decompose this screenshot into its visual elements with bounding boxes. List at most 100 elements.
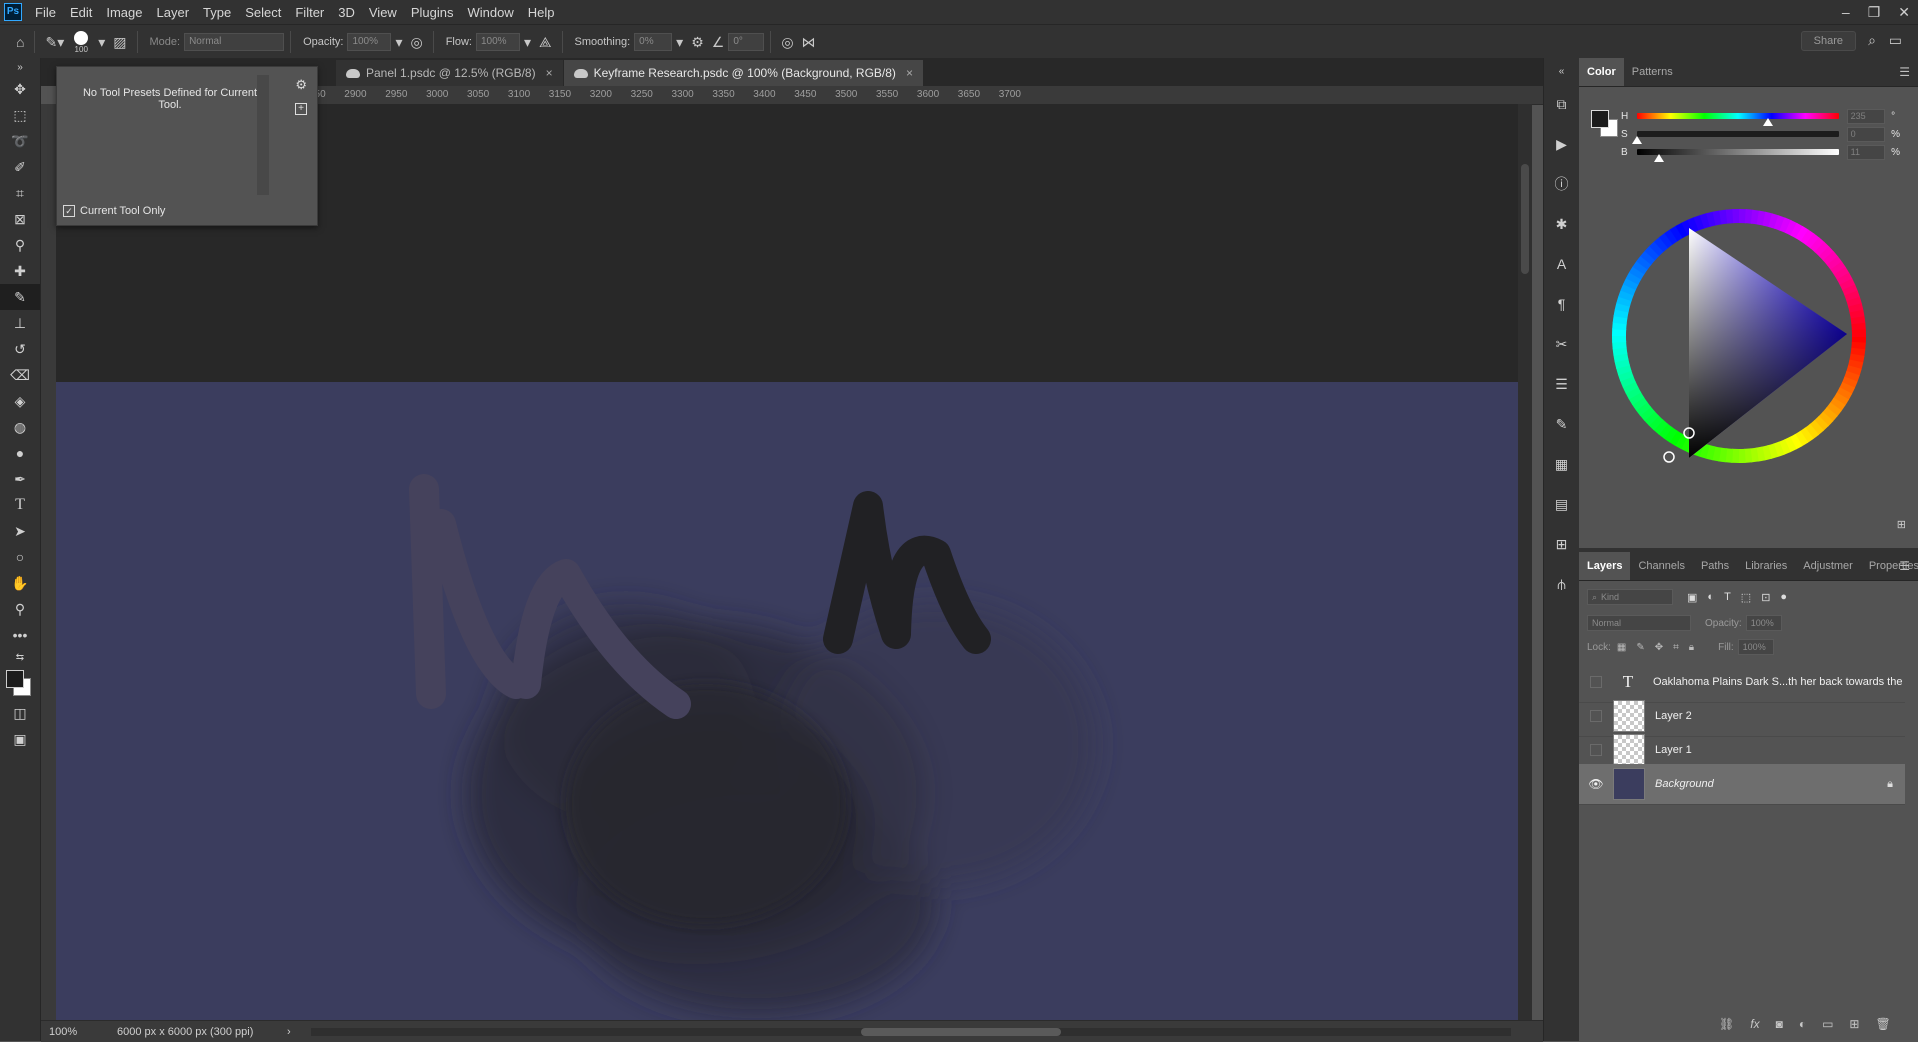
menu-image[interactable]: Image [99,5,149,20]
marquee-tool-icon[interactable]: ⬚ [0,102,40,128]
layer-row-background[interactable]: 👁︎ Background 🔒︎ [1579,764,1905,805]
close-icon[interactable]: × [906,66,913,80]
brightness-slider[interactable] [1637,149,1839,155]
gradients-icon[interactable]: ▤ [1544,484,1579,524]
chevron-right-icon[interactable]: › [287,1026,291,1038]
move-tool-icon[interactable]: ✥ [0,76,40,102]
panel-menu-icon[interactable]: ☰ [1899,65,1910,79]
new-preset-icon[interactable]: + [295,103,307,115]
dodge-tool-icon[interactable]: ● [0,440,40,466]
mode-select[interactable]: Normal [184,33,284,51]
share-button[interactable]: Share [1801,31,1856,51]
eraser-tool-icon[interactable]: ⌫ [0,362,40,388]
frame-tool-icon[interactable]: ⊠ [0,206,40,232]
adjustment-filter-icon[interactable]: ◐ [1707,591,1714,604]
visibility-toggle[interactable] [1579,744,1613,756]
color-swatches[interactable] [1591,110,1617,136]
home-icon[interactable]: ⌂ [16,34,24,50]
menu-filter[interactable]: Filter [288,5,331,20]
presets-scrollbar[interactable] [257,75,269,195]
tool-presets-icon[interactable]: ✂ [1544,324,1579,364]
chevron-down-icon[interactable]: ▾ [676,34,683,51]
symmetry-icon[interactable]: ⋈ [802,34,816,51]
menu-view[interactable]: View [362,5,404,20]
new-layer-icon[interactable]: ⊞ [1849,1017,1859,1031]
brightness-input[interactable]: 11 [1847,145,1885,160]
tab-keyframe-research[interactable]: Keyframe Research.psdc @ 100% (Backgroun… [564,60,923,86]
hue-picker-handle[interactable] [1664,452,1674,462]
hand-tool-icon[interactable]: ✋ [0,570,40,596]
healing-brush-tool-icon[interactable]: ✚ [0,258,40,284]
path-selection-tool-icon[interactable]: ➤ [0,518,40,544]
layer-kind-filter[interactable]: ⌕ Kind [1587,589,1673,605]
lock-all-icon[interactable]: 🔒︎ [1689,642,1694,653]
hue-slider-thumb[interactable] [1763,118,1773,126]
tab-layers[interactable]: Layers [1579,552,1630,580]
expand-icon[interactable]: ⊞ [1897,518,1906,531]
quick-selection-tool-icon[interactable]: ✐ [0,154,40,180]
trash-icon[interactable]: 🗑︎ [1875,1017,1890,1031]
search-icon[interactable]: ⌕ [1868,32,1876,49]
info-icon[interactable]: ⓘ [1544,164,1579,204]
tab-adjustments[interactable]: Adjustmer [1795,552,1861,580]
eye-icon[interactable]: 👁︎ [1579,777,1613,791]
swatches-icon[interactable]: ▦ [1544,444,1579,484]
blend-mode-select[interactable]: Normal [1587,615,1691,631]
tab-channels[interactable]: Channels [1630,552,1692,580]
saturation-slider-thumb[interactable] [1632,136,1642,144]
actions-icon[interactable]: ▶ [1544,124,1579,164]
document-canvas[interactable] [56,104,1518,1020]
smoothing-input[interactable]: 0% [634,33,672,51]
opacity-input[interactable]: 100% [347,33,391,51]
brightness-slider-thumb[interactable] [1654,154,1664,162]
lock-transparency-icon[interactable]: ▦ [1617,642,1626,653]
quick-mask-icon[interactable]: ◫ [0,700,40,726]
minimize-icon[interactable]: – [1842,4,1850,20]
hue-input[interactable]: 235 [1847,109,1885,124]
pen-tool-icon[interactable]: ✒ [0,466,40,492]
menu-select[interactable]: Select [238,5,288,20]
type-tool-icon[interactable]: T [0,492,40,518]
adjustments-icon[interactable]: ☰ [1544,364,1579,404]
scroll-thumb[interactable] [1521,164,1529,274]
menu-plugins[interactable]: Plugins [404,5,461,20]
type-filter-icon[interactable]: T [1724,591,1731,604]
fx-icon[interactable]: fx [1750,1017,1759,1031]
menu-layer[interactable]: Layer [150,5,197,20]
menu-edit[interactable]: Edit [63,5,99,20]
add-mask-icon[interactable]: ◙ [1776,1017,1783,1031]
zoom-tool-icon[interactable]: ⚲ [0,596,40,622]
pixel-filter-icon[interactable]: ▣ [1687,591,1697,604]
new-adjustment-layer-icon[interactable]: ◐ [1799,1017,1806,1031]
panel-menu-icon[interactable]: ☰ [1899,559,1910,573]
brush-size-picker[interactable]: 100 [74,31,88,54]
hue-slider[interactable] [1637,113,1839,119]
current-tool-only-checkbox[interactable]: ✓ Current Tool Only [63,205,165,217]
table-icon[interactable]: ⊞ [1544,524,1579,564]
zoom-level[interactable]: 100% [41,1026,99,1038]
brush-settings-icon[interactable]: ▨ [113,34,126,51]
pressure-opacity-icon[interactable]: ◎ [410,34,422,51]
gear-icon[interactable]: ⚙ [691,34,704,51]
eyedropper-tool-icon[interactable]: ⚲ [0,232,40,258]
clone-stamp-tool-icon[interactable]: ⊥ [0,310,40,336]
presets-list[interactable]: No Tool Presets Defined for Current Tool… [67,75,267,205]
foreground-color-swatch[interactable] [6,670,24,688]
tab-libraries[interactable]: Libraries [1737,552,1795,580]
filter-toggle-icon[interactable]: ● [1780,591,1787,604]
menu-help[interactable]: Help [521,5,562,20]
checkmark-icon[interactable]: ✓ [63,205,75,217]
character-icon[interactable]: A [1544,244,1579,284]
smart-object-filter-icon[interactable]: ⊡ [1761,591,1770,604]
paint-bucket-tool-icon[interactable]: ◈ [0,388,40,414]
flow-input[interactable]: 100% [476,33,520,51]
crop-tool-icon[interactable]: ⌗ [0,180,40,206]
saturation-slider[interactable] [1637,131,1839,137]
more-tools-icon[interactable]: ••• [0,622,40,648]
gear-icon[interactable]: ⚙ [295,77,307,93]
timeline-icon[interactable]: ⫛ [1544,564,1579,604]
brush-tool-icon[interactable]: ✎ [0,284,40,310]
lock-artboard-icon[interactable]: ⌗ [1673,642,1679,653]
angle-input[interactable]: 0° [728,33,764,51]
blur-tool-icon[interactable]: ◍ [0,414,40,440]
